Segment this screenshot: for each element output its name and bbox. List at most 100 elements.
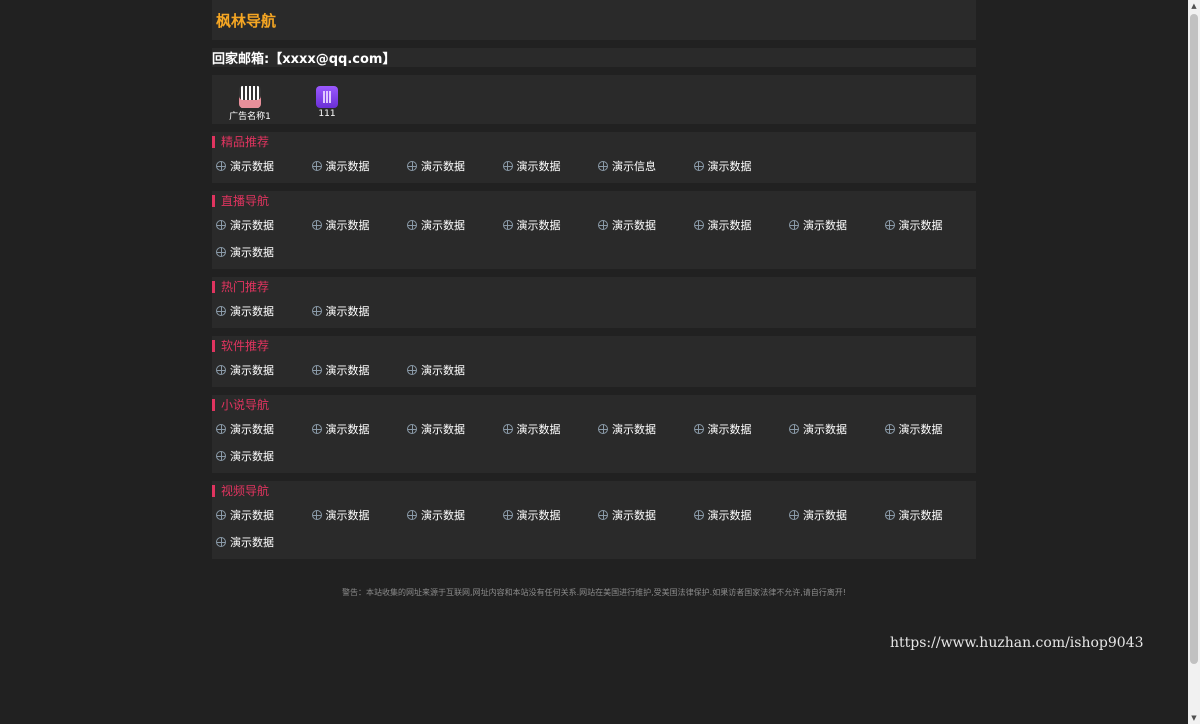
nav-link[interactable]: 演示数据: [407, 218, 465, 232]
nav-link[interactable]: 演示数据: [311, 363, 370, 377]
section-title: 精品推荐: [212, 136, 269, 148]
section-title: 软件推荐: [212, 340, 269, 352]
globe-icon: [311, 365, 322, 375]
nav-section: 直播导航 演示数据 演示数据 演示数据 演示数据 演示数据 演示数据 演示数据 演示数据 演示数据: [212, 191, 976, 269]
ad-strip: 广告名称1 111: [212, 75, 976, 124]
globe-icon: [502, 220, 513, 230]
nav-link[interactable]: 演示数据: [311, 159, 370, 173]
globe-icon: [311, 161, 322, 171]
globe-icon: [884, 510, 895, 520]
nav-link[interactable]: 演示数据: [216, 245, 274, 259]
nav-link-label: 演示数据: [230, 160, 274, 173]
nav-link[interactable]: 演示数据: [216, 449, 274, 463]
nav-link-label: 演示数据: [707, 509, 752, 522]
nav-link[interactable]: 演示数据: [789, 218, 847, 232]
globe-icon: [598, 510, 608, 520]
globe-icon: [693, 161, 704, 171]
nav-link[interactable]: 演示数据: [216, 363, 274, 377]
piano-ad-icon: [239, 86, 261, 108]
ad-item-1[interactable]: 广告名称1: [212, 86, 288, 122]
nav-section: 视频导航 演示数据 演示数据 演示数据 演示数据 演示数据 演示数据 演示数据 演示数据 演示数据: [212, 481, 976, 559]
nav-link[interactable]: 演示数据: [407, 363, 465, 377]
globe-icon: [407, 424, 417, 434]
nav-link-label: 演示数据: [421, 219, 465, 232]
scroll-down-arrow-icon[interactable]: ▼: [1188, 712, 1200, 724]
scrollbar-thumb[interactable]: [1190, 14, 1198, 664]
nav-link[interactable]: 演示数据: [407, 508, 465, 522]
nav-link[interactable]: 演示数据: [216, 422, 274, 436]
globe-icon: [216, 161, 226, 171]
nav-link[interactable]: 演示数据: [407, 159, 465, 173]
nav-link[interactable]: 演示数据: [693, 218, 752, 232]
nav-link[interactable]: 演示数据: [311, 508, 370, 522]
nav-link-label: 演示数据: [898, 219, 943, 232]
nav-link-label: 演示数据: [421, 423, 465, 436]
nav-link-label: 演示数据: [421, 160, 465, 173]
globe-icon: [502, 424, 513, 434]
scroll-up-arrow-icon[interactable]: ▲: [1188, 0, 1200, 12]
globe-icon: [216, 247, 226, 257]
globe-icon: [407, 161, 417, 171]
email-bar: 回家邮箱:【xxxx@qq.com】: [212, 48, 976, 67]
vertical-scrollbar[interactable]: ▲ ▼: [1188, 0, 1200, 724]
nav-link[interactable]: 演示数据: [598, 422, 656, 436]
ad-item-2[interactable]: 111: [289, 86, 365, 119]
globe-icon: [407, 220, 417, 230]
nav-link[interactable]: 演示数据: [311, 218, 370, 232]
nav-link[interactable]: 演示数据: [502, 508, 561, 522]
nav-link-label: 演示数据: [421, 364, 465, 377]
globe-icon: [789, 424, 799, 434]
nav-link-label: 演示数据: [516, 219, 561, 232]
nav-link-label: 演示数据: [325, 160, 370, 173]
nav-link[interactable]: 演示数据: [216, 159, 274, 173]
nav-link-label: 演示数据: [707, 160, 752, 173]
globe-icon: [216, 451, 226, 461]
nav-link-label: 演示数据: [421, 509, 465, 522]
nav-link[interactable]: 演示数据: [789, 422, 847, 436]
nav-link-label: 演示数据: [516, 423, 561, 436]
nav-link-label: 演示数据: [325, 509, 370, 522]
globe-icon: [502, 161, 513, 171]
section-title: 视频导航: [212, 485, 269, 497]
nav-link-label: 演示数据: [230, 219, 274, 232]
nav-link[interactable]: 演示数据: [216, 304, 274, 318]
globe-icon: [884, 220, 895, 230]
globe-icon: [502, 510, 513, 520]
nav-link-label: 演示数据: [707, 219, 752, 232]
site-title[interactable]: 枫林导航: [216, 10, 276, 31]
globe-icon: [216, 306, 226, 316]
nav-link[interactable]: 演示数据: [216, 218, 274, 232]
nav-link[interactable]: 演示数据: [502, 422, 561, 436]
globe-icon: [311, 306, 322, 316]
nav-link[interactable]: 演示数据: [598, 508, 656, 522]
globe-icon: [407, 365, 417, 375]
nav-link-label: 演示数据: [898, 423, 943, 436]
nav-link[interactable]: 演示数据: [693, 422, 752, 436]
nav-link[interactable]: 演示数据: [884, 218, 943, 232]
nav-link[interactable]: 演示数据: [502, 218, 561, 232]
nav-link-label: 演示数据: [230, 536, 274, 549]
nav-link[interactable]: 演示数据: [502, 159, 561, 173]
nav-section: 热门推荐 演示数据 演示数据: [212, 277, 976, 328]
nav-link[interactable]: 演示数据: [311, 304, 370, 318]
nav-section: 精品推荐演示数据 演示数据 演示数据 演示数据 演示信息 演示数据: [212, 132, 976, 183]
nav-link[interactable]: 演示数据: [884, 422, 943, 436]
nav-link-label: 演示数据: [898, 509, 943, 522]
nav-link[interactable]: 演示数据: [216, 508, 274, 522]
section-title: 直播导航: [212, 195, 269, 207]
nav-link[interactable]: 演示数据: [216, 535, 274, 549]
nav-link-label: 演示数据: [803, 423, 847, 436]
nav-link[interactable]: 演示数据: [407, 422, 465, 436]
nav-link[interactable]: 演示数据: [693, 159, 752, 173]
nav-link[interactable]: 演示数据: [598, 218, 656, 232]
nav-link[interactable]: 演示数据: [884, 508, 943, 522]
globe-icon: [216, 220, 226, 230]
globe-icon: [311, 424, 322, 434]
nav-link[interactable]: 演示数据: [693, 508, 752, 522]
nav-link[interactable]: 演示数据: [789, 508, 847, 522]
nav-section: 软件推荐演示数据 演示数据 演示数据: [212, 336, 976, 387]
nav-link[interactable]: 演示信息: [598, 159, 656, 173]
nav-link[interactable]: 演示数据: [311, 422, 370, 436]
ad-label: 广告名称1: [229, 112, 271, 122]
nav-link-label: 演示数据: [325, 219, 370, 232]
